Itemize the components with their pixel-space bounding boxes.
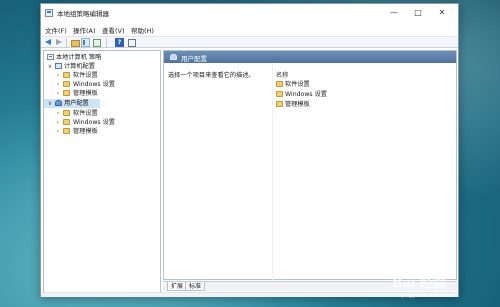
menu-help[interactable]: 帮助(H) <box>131 25 154 35</box>
tree-item-computer-software[interactable]: › 软件设置 <box>44 71 160 80</box>
list-item-label: Windows 设置 <box>285 91 327 98</box>
menu-action[interactable]: 操作(A) <box>73 25 96 35</box>
help-icon[interactable]: ? <box>115 38 124 47</box>
folder-icon <box>63 119 70 125</box>
details-title: 用户配置 <box>181 55 207 63</box>
tree-item-computer-config[interactable]: ∨ 计算机配置 <box>44 62 160 71</box>
watermark-url: jingyan.baidu.com <box>402 293 453 299</box>
menu-view[interactable]: 查看(V) <box>102 25 125 35</box>
tree-item-computer-windows[interactable]: › Windows 设置 <box>44 80 160 89</box>
column-divider <box>272 63 273 280</box>
expand-chevron-icon[interactable]: › <box>55 80 61 89</box>
app-icon <box>45 9 53 17</box>
toolbar-divider <box>106 38 107 47</box>
folder-icon <box>63 90 70 96</box>
menu-bar: 文件(F) 操作(A) 查看(V) 帮助(H) <box>41 23 458 35</box>
title-bar: 本地组策略编辑器 — □ ✕ <box>41 4 458 22</box>
list-item-windows[interactable]: Windows 设置 <box>276 90 376 99</box>
folder-icon <box>63 72 70 78</box>
tree-item-label: 管理模板 <box>73 128 98 135</box>
tree-item-user-software[interactable]: › 软件设置 <box>44 109 160 118</box>
close-button[interactable]: ✕ <box>430 4 454 22</box>
toolbar-divider <box>66 38 67 47</box>
list-item-software[interactable]: 软件设置 <box>276 80 376 89</box>
tree-item-user-admin[interactable]: › 管理模板 <box>44 127 160 136</box>
list-item-admin[interactable]: 管理模板 <box>276 100 376 109</box>
folder-icon <box>63 110 70 116</box>
tree-item-label: 管理模板 <box>73 90 98 97</box>
tab-extended[interactable]: 扩展 <box>167 282 188 291</box>
tree-item-label: 本地计算机 策略 <box>56 54 102 61</box>
status-bar <box>41 292 458 297</box>
folder-icon <box>63 81 70 87</box>
collapse-chevron-icon[interactable]: ∨ <box>47 62 53 71</box>
gpedit-window: 本地组策略编辑器 — □ ✕ 文件(F) 操作(A) 查看(V) 帮助(H) ?… <box>40 3 459 297</box>
tab-standard[interactable]: 标准 <box>185 282 206 291</box>
details-pane: 用户配置 选择一个项目来查看它的描述。 名称 软件设置 Windows 设置 管… <box>163 50 457 280</box>
policy-icon <box>47 54 54 60</box>
expand-chevron-icon[interactable]: › <box>55 109 61 118</box>
tree-item-root[interactable]: 本地计算机 策略 <box>44 53 160 62</box>
view-options-icon[interactable] <box>127 38 136 47</box>
back-arrow-icon[interactable] <box>44 38 53 47</box>
expand-chevron-icon[interactable]: › <box>55 118 61 127</box>
minimize-button[interactable]: — <box>382 4 406 22</box>
expand-chevron-icon[interactable]: › <box>55 127 61 136</box>
list-item-label: 管理模板 <box>285 101 310 108</box>
folder-icon <box>276 91 283 97</box>
list-item-label: 软件设置 <box>285 81 310 88</box>
up-folder-icon[interactable] <box>70 38 80 47</box>
column-header-name[interactable]: 名称 <box>276 70 288 79</box>
toolbar: ? <box>41 36 458 48</box>
export-list-icon[interactable] <box>92 38 101 47</box>
menu-file[interactable]: 文件(F) <box>45 25 67 35</box>
watermark-logo: Bai 经验 <box>392 276 446 291</box>
tree-item-label: 软件设置 <box>73 72 98 79</box>
tree-item-user-windows[interactable]: › Windows 设置 <box>44 118 160 127</box>
tree-item-label: Windows 设置 <box>73 119 115 126</box>
description-text: 选择一个项目来查看它的描述。 <box>168 72 255 79</box>
tree-item-computer-admin[interactable]: › 管理模板 <box>44 89 160 98</box>
tree-item-label: 计算机配置 <box>64 63 95 70</box>
details-header: 用户配置 <box>164 51 456 63</box>
tree-item-label: Windows 设置 <box>73 81 115 88</box>
forward-arrow-icon[interactable] <box>54 38 63 47</box>
window-title: 本地组策略编辑器 <box>57 10 109 18</box>
tree-item-label: 用户配置 <box>64 100 89 107</box>
tree-item-user-config[interactable]: ∨ 用户配置 <box>44 99 100 108</box>
user-icon <box>170 54 177 60</box>
collapse-chevron-icon[interactable]: ∨ <box>47 99 53 108</box>
folder-icon <box>276 101 283 107</box>
folder-icon <box>276 81 283 87</box>
console-tree: 本地计算机 策略 ∨ 计算机配置 › 软件设置 › Windows 设置 › 管… <box>43 50 161 296</box>
folder-icon <box>63 128 70 134</box>
maximize-button[interactable]: □ <box>406 4 430 22</box>
user-icon <box>55 100 62 106</box>
expand-chevron-icon[interactable]: › <box>55 89 61 98</box>
expand-chevron-icon[interactable]: › <box>55 71 61 80</box>
show-tree-icon[interactable] <box>81 38 90 47</box>
tree-item-label: 软件设置 <box>73 110 98 117</box>
computer-icon <box>55 63 62 69</box>
